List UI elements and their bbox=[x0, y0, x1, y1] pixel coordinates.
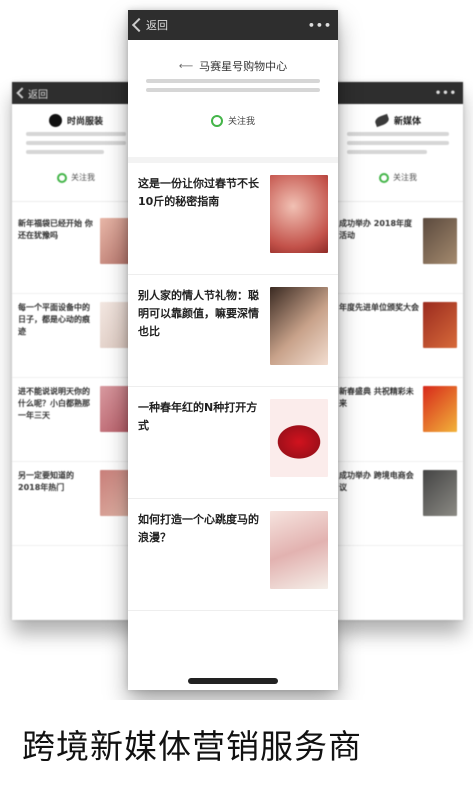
chevron-left-icon bbox=[16, 87, 28, 99]
follow-button[interactable]: 关注我 bbox=[210, 114, 255, 127]
follow-button[interactable]: 关注我 bbox=[379, 172, 417, 183]
account-description-line bbox=[26, 150, 104, 154]
arrow-left-icon: ⟵ bbox=[178, 60, 194, 72]
flowers-photo bbox=[270, 510, 328, 589]
wechat-icon bbox=[379, 172, 389, 183]
account-header: 时尚服装 关注我 bbox=[12, 104, 140, 193]
left-nav-bar: 返回 bbox=[12, 82, 140, 104]
back-label: 返回 bbox=[28, 89, 48, 101]
center-nav-bar: 返回 ••• bbox=[128, 10, 338, 40]
wechat-icon bbox=[210, 114, 223, 127]
account-description-line bbox=[347, 132, 449, 136]
article-item[interactable]: 另一定要知道的2018年热门 bbox=[12, 462, 140, 546]
couple-photo bbox=[270, 286, 328, 365]
red-lips-photo bbox=[270, 398, 328, 477]
right-nav-bar: ••• bbox=[333, 82, 463, 104]
article-title: 进不能说说明天你的什么呢？小白都熟那一年三天 bbox=[18, 386, 90, 420]
account-description-line bbox=[146, 88, 320, 92]
follow-label: 关注我 bbox=[227, 117, 255, 127]
account-name: 时尚服装 bbox=[66, 117, 103, 127]
more-button[interactable]: ••• bbox=[435, 88, 457, 99]
article-title: 成功举办 跨境电商会议 bbox=[339, 470, 414, 492]
follow-label: 关注我 bbox=[71, 173, 95, 182]
follow-label: 关注我 bbox=[393, 173, 417, 182]
account-description-line bbox=[26, 141, 126, 145]
more-button[interactable]: ••• bbox=[308, 19, 332, 32]
back-button[interactable]: 返回 bbox=[16, 86, 48, 101]
article-item[interactable]: 每一个平面设备中的日子，都是心动的痕迹 bbox=[12, 294, 140, 378]
article-thumbnail bbox=[423, 217, 457, 264]
article-title: 新春盛典 共祝精彩未来 bbox=[339, 386, 414, 408]
account-logo-icon bbox=[48, 114, 62, 127]
follow-button[interactable]: 关注我 bbox=[57, 172, 95, 183]
back-label: 返回 bbox=[146, 19, 168, 32]
article-title: 如何打造一个心跳度马的浪漫？ bbox=[138, 512, 259, 544]
article-thumbnail bbox=[423, 385, 457, 432]
article-thumbnail bbox=[423, 469, 457, 516]
article-title: 每一个平面设备中的日子，都是心动的痕迹 bbox=[18, 302, 90, 336]
article-title: 成功举办 2018年度活动 bbox=[339, 218, 413, 240]
right-phone-screen: ••• 新媒体 关注我 成功举办 2018年度活动 年度先进单位颁奖大会 新春盛 bbox=[333, 82, 463, 620]
article-title: 年度先进单位颁奖大会 bbox=[339, 302, 419, 312]
article-title: 这是一份让你过春节不长10斤的秘密指南 bbox=[138, 176, 259, 208]
article-title: 新年福袋已经开始 你还在犹豫吗 bbox=[18, 218, 93, 240]
article-item[interactable]: 别人家的情人节礼物：聪明可以靠颜值，嘛要深情也比 bbox=[128, 275, 338, 387]
account-name: 新媒体 bbox=[393, 117, 421, 127]
article-item[interactable]: 成功举办 2018年度活动 bbox=[333, 210, 463, 294]
account-header: ⟵ 马赛星号购物中心 关注我 bbox=[128, 40, 338, 141]
account-name: 马赛星号购物中心 bbox=[199, 60, 288, 73]
back-button[interactable]: 返回 bbox=[131, 17, 168, 33]
article-title: 一种春年红的N种打开方式 bbox=[138, 400, 258, 432]
article-title: 另一定要知道的2018年热门 bbox=[18, 470, 74, 492]
page-caption: 跨境新媒体营销服务商 bbox=[22, 727, 362, 766]
article-item[interactable]: 这是一份让你过春节不长10斤的秘密指南 bbox=[128, 163, 338, 275]
account-description-line bbox=[26, 132, 126, 136]
account-description-line bbox=[146, 79, 320, 83]
account-header: 新媒体 关注我 bbox=[333, 104, 463, 193]
article-item[interactable]: 年度先进单位颁奖大会 bbox=[333, 294, 463, 378]
account-description-line bbox=[347, 141, 449, 145]
mockup-stage: 返回 时尚服装 关注我 新年福袋已经开始 你还在犹豫吗 每一个平面设备中的日子，… bbox=[0, 0, 473, 700]
left-phone-screen: 返回 时尚服装 关注我 新年福袋已经开始 你还在犹豫吗 每一个平面设备中的日子，… bbox=[12, 82, 140, 620]
account-logo-icon bbox=[373, 113, 391, 128]
article-thumbnail bbox=[423, 301, 457, 348]
center-phone-screen: 返回 ••• ⟵ 马赛星号购物中心 关注我 这是一份让你过春节不长10斤的秘密指… bbox=[128, 10, 338, 690]
chevron-left-icon bbox=[131, 17, 147, 33]
article-item[interactable]: 新年福袋已经开始 你还在犹豫吗 bbox=[12, 210, 140, 294]
article-item[interactable]: 新春盛典 共祝精彩未来 bbox=[333, 378, 463, 462]
article-item[interactable]: 如何打造一个心跳度马的浪漫？ bbox=[128, 499, 338, 611]
account-description-line bbox=[347, 150, 427, 154]
home-indicator bbox=[188, 678, 278, 684]
article-title: 别人家的情人节礼物：聪明可以靠颜值，嘛要深情也比 bbox=[138, 288, 259, 338]
article-item[interactable]: 一种春年红的N种打开方式 bbox=[128, 387, 338, 499]
wechat-icon bbox=[57, 172, 67, 183]
massage-photo bbox=[270, 174, 328, 253]
article-item[interactable]: 进不能说说明天你的什么呢？小白都熟那一年三天 bbox=[12, 378, 140, 462]
article-item[interactable]: 成功举办 跨境电商会议 bbox=[333, 462, 463, 546]
